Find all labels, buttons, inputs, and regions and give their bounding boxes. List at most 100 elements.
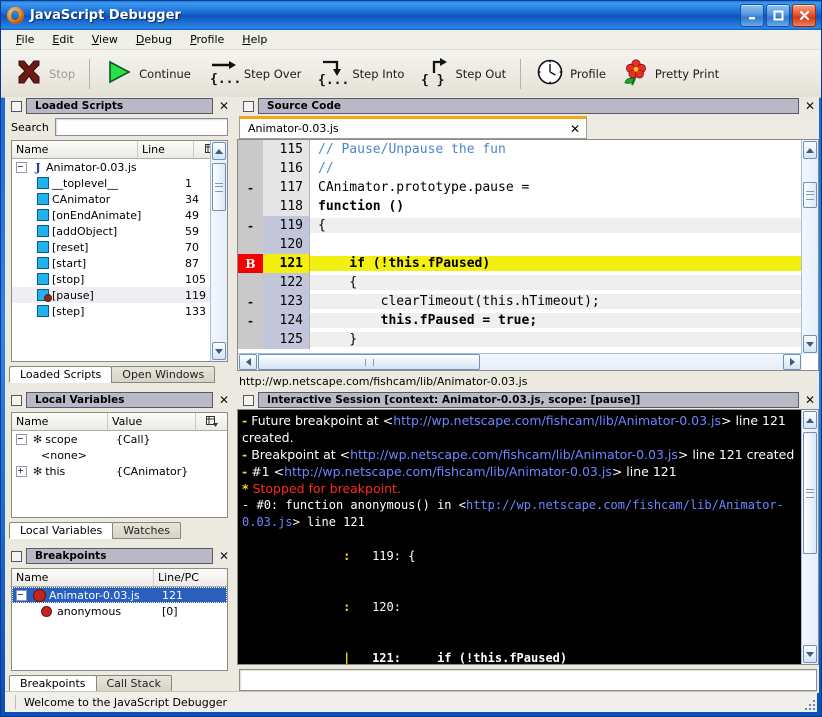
close-icon[interactable]: ✕ [217,394,231,406]
local-variables-tree[interactable]: Name Value ✻ scope [11,412,228,518]
code-line[interactable]: 115 // Pause/Unpause the fun [238,140,802,159]
scroll-down-button[interactable] [803,645,817,663]
breakpoint-gutter[interactable] [238,159,263,178]
source-vertical-scrollbar[interactable] [801,140,818,354]
close-icon[interactable]: ✕ [217,550,231,562]
scroll-down-button[interactable] [212,342,226,360]
table-row[interactable]: [start] 87 [12,255,227,271]
scroll-left-button[interactable] [239,354,257,370]
close-icon[interactable]: ✕ [803,100,817,112]
source-horizontal-scrollbar[interactable] [238,353,802,370]
expand-icon[interactable] [16,466,27,477]
table-row[interactable]: J Animator-0.03.js [12,159,227,175]
code-line[interactable]: 116 // [238,159,802,178]
minimize-icon[interactable] [740,4,764,27]
table-row[interactable]: CAnimator 34 [12,191,227,207]
code-line[interactable]: 125 } [238,330,802,349]
breakpoint-gutter[interactable] [238,330,263,349]
table-row[interactable]: [onEndAnimate] 49 [12,207,227,223]
table-row[interactable]: ✻ scope {Call} [12,431,227,447]
menu-profile[interactable]: Profile [181,31,233,48]
breakpoints-tree[interactable]: Name Line/PC Animator-0.03.js 121 [11,568,228,671]
column-value[interactable]: Value [108,413,196,430]
menu-debug[interactable]: Debug [127,31,181,48]
breakpoint-gutter[interactable] [238,235,263,254]
loaded-scripts-tree[interactable]: Name Line J Animator-0.03.js [11,140,228,362]
table-row-selected[interactable]: [pause] 119 [12,287,227,303]
float-panel-icon[interactable] [243,101,254,112]
step-over-button[interactable]: {...} Step Over [200,55,309,93]
console-output[interactable]: - Future breakpoint at <http://wp.netsca… [237,409,819,665]
breakpoint-gutter[interactable]: - [238,311,263,330]
code-line[interactable]: 122 { [238,273,802,292]
collapse-icon[interactable] [16,162,27,173]
breakpoint-gutter[interactable] [238,197,263,216]
close-icon[interactable]: ✕ [217,100,231,112]
breakpoint-gutter[interactable]: - [238,216,263,235]
tab-call-stack[interactable]: Call Stack [96,675,172,692]
scroll-right-button[interactable] [783,354,801,370]
console-link[interactable]: http://wp.netscape.com/fishcam/lib/Anima… [393,413,721,428]
step-out-button[interactable]: { } Step Out [413,55,513,93]
loaded-scripts-scrollbar[interactable] [210,141,227,361]
scroll-up-button[interactable] [212,142,226,160]
breakpoint-gutter[interactable] [238,273,263,292]
scroll-thumb[interactable] [803,432,817,554]
column-name[interactable]: Name [12,413,108,430]
scroll-up-button[interactable] [803,141,817,159]
resize-grip[interactable] [803,698,815,710]
table-row[interactable] [12,319,227,335]
code-line[interactable]: - 117 CAnimator.prototype.pause = [238,178,802,197]
scroll-thumb[interactable] [803,182,817,208]
float-panel-icon[interactable] [11,101,22,112]
pretty-print-button[interactable]: Pretty Print [615,55,726,93]
code-line-current[interactable]: B 121 if (!this.fPaused) [238,254,802,273]
collapse-icon[interactable] [16,590,27,601]
table-row[interactable]: [step] 133 [12,303,227,319]
scroll-thumb[interactable] [258,354,480,370]
column-line[interactable]: Line [138,141,194,158]
breakpoint-marker[interactable]: B [238,254,263,273]
column-name[interactable]: Name [12,569,154,586]
table-row[interactable]: [addObject] 59 [12,223,227,239]
table-row[interactable]: ✻ this {CAnimator} [12,463,227,479]
tab-local-variables[interactable]: Local Variables [9,522,113,539]
search-input[interactable] [55,118,228,136]
menu-help[interactable]: Help [233,31,276,48]
breakpoint-gutter[interactable] [238,140,263,159]
table-row-selected[interactable]: Animator-0.03.js 121 [12,587,227,603]
console-input[interactable] [239,669,817,691]
float-panel-icon[interactable] [11,395,22,406]
column-name[interactable]: Name [12,141,138,158]
column-line-pc[interactable]: Line/PC [154,569,227,586]
scroll-thumb[interactable] [212,163,226,211]
breakpoint-gutter[interactable]: - [238,178,263,197]
console-link[interactable]: http://wp.netscape.com/fishcam/lib/Anima… [284,464,612,479]
tab-open-windows[interactable]: Open Windows [111,366,215,383]
table-row[interactable]: __toplevel__ 1 [12,175,227,191]
menu-edit[interactable]: Edit [43,31,82,48]
stop-button[interactable]: Stop [7,55,82,93]
collapse-icon[interactable] [16,434,27,445]
float-panel-icon[interactable] [243,395,254,406]
code-line[interactable]: - 123 clearTimeout(this.hTimeout); [238,292,802,311]
menu-file[interactable]: File [7,31,43,48]
table-row[interactable]: [stop] 105 [12,271,227,287]
console-scrollbar[interactable] [801,410,818,664]
code-line[interactable]: 120 [238,235,802,254]
console-link[interactable]: http://wp.netscape.com/fishcam/lib/Anima… [350,447,678,462]
close-icon[interactable]: ✕ [803,394,817,406]
tab-watches[interactable]: Watches [112,522,181,539]
source-tab-animator[interactable]: Animator-0.03.js ✕ [239,116,587,139]
table-row[interactable]: [reset] 70 [12,239,227,255]
float-panel-icon[interactable] [11,551,22,562]
menu-view[interactable]: View [83,31,127,48]
code-line[interactable]: 118 function () [238,197,802,216]
close-icon[interactable]: ✕ [570,122,580,136]
scroll-down-button[interactable] [803,335,817,353]
column-chooser-icon[interactable] [196,413,227,430]
close-icon[interactable] [792,4,816,27]
profile-button[interactable]: Profile [528,55,613,93]
breakpoint-gutter[interactable]: - [238,292,263,311]
tab-breakpoints[interactable]: Breakpoints [9,675,97,692]
